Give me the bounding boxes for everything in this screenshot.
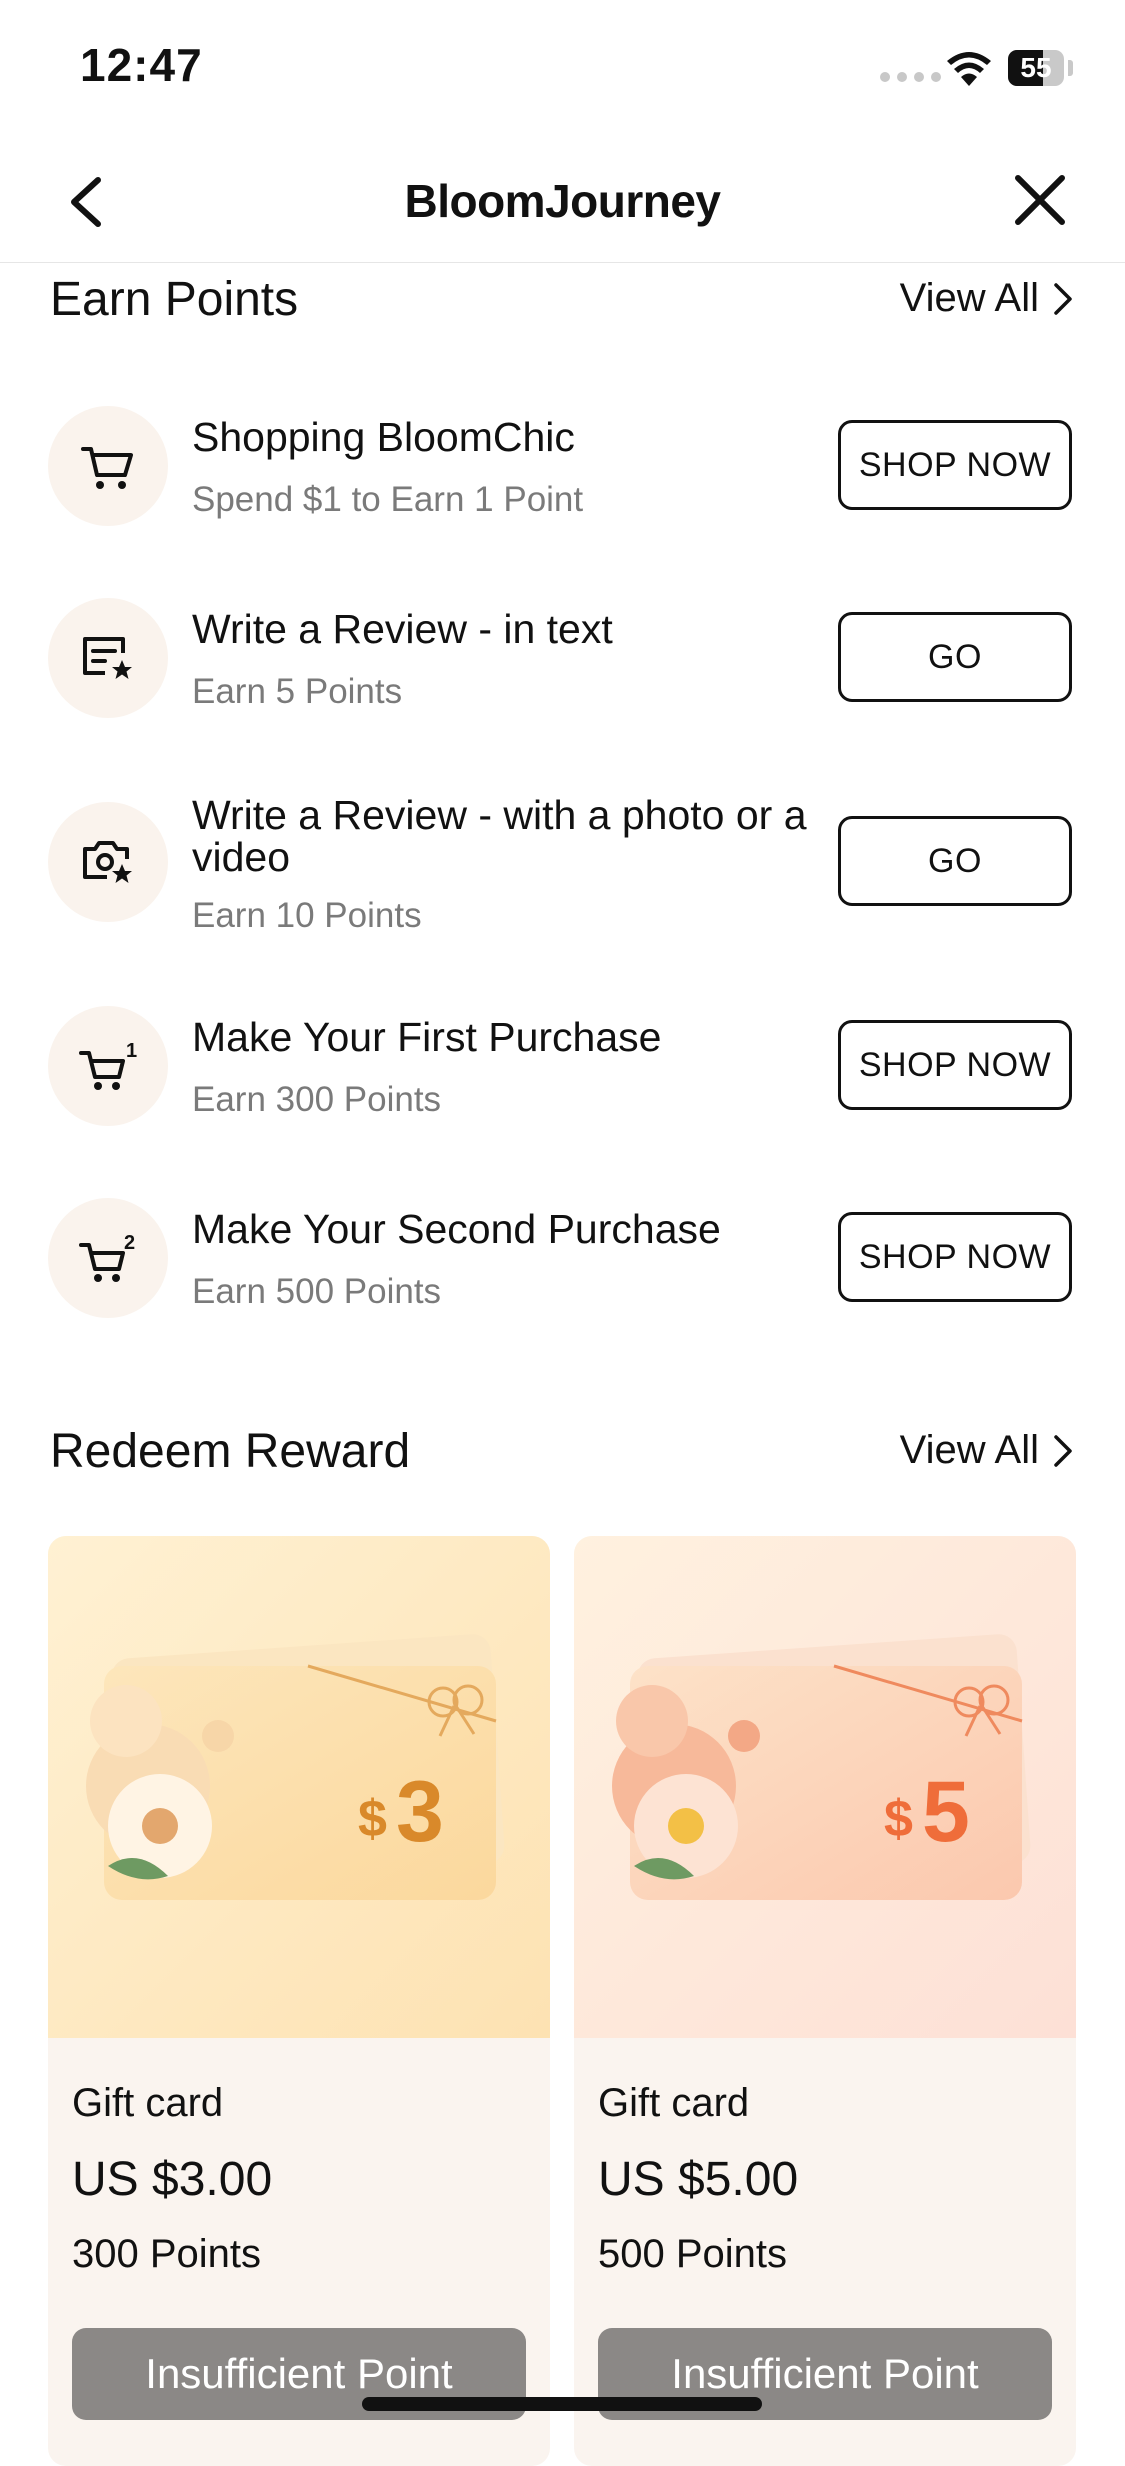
review-photo-icon: [48, 802, 168, 922]
svg-text:$: $: [884, 1790, 913, 1848]
svg-text:$: $: [358, 1790, 387, 1848]
task-subtitle: Earn 5 Points: [192, 672, 403, 711]
card-price: US $3.00: [72, 2153, 273, 2206]
redeem-view-all-link[interactable]: View All: [900, 1428, 1073, 1473]
cart-icon: [48, 406, 168, 526]
shop-now-button[interactable]: SHOP NOW: [838, 420, 1072, 510]
earn-view-all-link[interactable]: View All: [900, 276, 1073, 321]
svg-text:3: 3: [396, 1764, 444, 1860]
go-button[interactable]: GO: [838, 816, 1072, 906]
redeem-reward-title: Redeem Reward: [50, 1425, 411, 1478]
battery-icon: 55: [1008, 50, 1064, 86]
status-bar: 12:47 55: [0, 0, 1125, 140]
reward-card-5[interactable]: $ 5 Gift card US $5.00 500 Points Insuff…: [574, 1536, 1076, 2466]
task-title: Shopping BloomChic: [192, 414, 575, 460]
view-all-label: View All: [899, 276, 1039, 320]
close-icon[interactable]: [1012, 172, 1068, 228]
go-button[interactable]: GO: [838, 612, 1072, 702]
earn-points-title: Earn Points: [50, 273, 299, 326]
gift-card-image: $ 5: [574, 1536, 1076, 2038]
card-points: 500 Points: [598, 2232, 788, 2276]
svg-text:2: 2: [124, 1232, 135, 1254]
task-title: Write a Review - in text: [192, 606, 613, 652]
cellular-signal-icon: [880, 72, 941, 82]
task-subtitle: Spend $1 to Earn 1 Point: [192, 480, 584, 519]
reward-card-3[interactable]: $ 3 Gift card US $3.00 300 Points Insuff…: [48, 1536, 550, 2466]
svg-text:5: 5: [922, 1764, 970, 1860]
card-type: Gift card: [72, 2081, 224, 2125]
task-subtitle: Earn 500 Points: [192, 1272, 442, 1311]
task-title: Write a Review - with a photo or a video: [192, 792, 807, 880]
status-time: 12:47: [80, 39, 203, 91]
gift-card-image: $ 3: [48, 1536, 550, 2038]
nav-bar: BloomJourney: [0, 140, 1125, 263]
task-subtitle: Earn 10 Points: [192, 896, 422, 935]
card-points: 300 Points: [72, 2232, 262, 2276]
cart-first-icon: 1: [48, 1006, 168, 1126]
task-title: Make Your Second Purchase: [192, 1206, 721, 1252]
battery-level: 55: [1020, 52, 1052, 83]
shop-now-button[interactable]: SHOP NOW: [838, 1020, 1072, 1110]
chevron-right-icon: [1054, 282, 1072, 315]
shop-now-button[interactable]: SHOP NOW: [838, 1212, 1072, 1302]
view-all-label: View All: [899, 1428, 1039, 1472]
chevron-right-icon: [1054, 1434, 1072, 1467]
review-text-icon: [48, 598, 168, 718]
home-indicator: [362, 2397, 762, 2411]
card-type: Gift card: [598, 2081, 750, 2125]
task-subtitle: Earn 300 Points: [192, 1080, 442, 1119]
card-price: US $5.00: [598, 2153, 799, 2206]
svg-text:1: 1: [126, 1040, 137, 1062]
wifi-icon: [947, 52, 991, 86]
task-title: Make Your First Purchase: [192, 1014, 662, 1060]
page-title: BloomJourney: [404, 175, 721, 227]
cart-second-icon: 2: [48, 1198, 168, 1318]
